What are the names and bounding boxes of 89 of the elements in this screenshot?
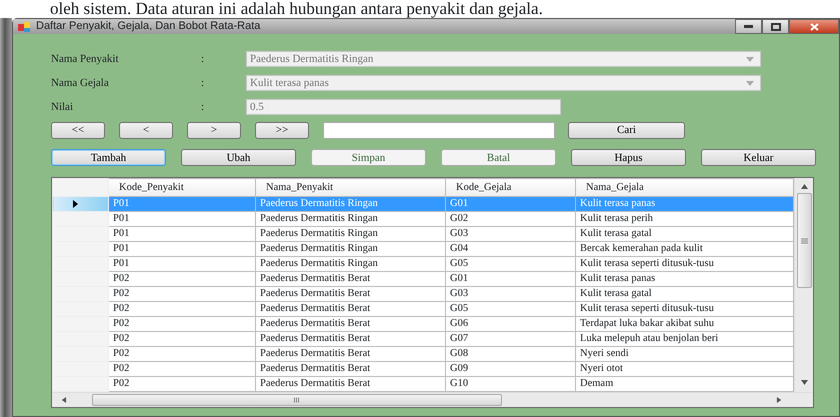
table-cell: G04 (446, 242, 576, 257)
table-cell: Paederus Dermatitis Berat (256, 332, 446, 347)
table-cell: Terdapat luka bakar akibat suhu (576, 316, 794, 332)
column-header[interactable]: Kode_Gejala (446, 178, 576, 197)
table-cell: Paederus Dermatitis Ringan (256, 226, 446, 242)
table-cell: Paederus Dermatitis Berat (256, 346, 446, 362)
table-cell: G07 (446, 332, 576, 347)
nav-button[interactable]: < (119, 122, 173, 138)
table-cell: G06 (446, 316, 576, 332)
table-cell: P01 (108, 226, 256, 242)
table-cell: Kulit terasa perih (576, 212, 794, 227)
caret-icon (746, 80, 754, 86)
minimize-icon (744, 25, 753, 28)
table-cell: P02 (108, 316, 256, 332)
table-cell: Luka melepuh atau benjolan beri (576, 332, 794, 347)
table-cell: Paederus Dermatitis Berat (256, 272, 446, 287)
table-cell: Kulit terasa gatal (576, 226, 794, 242)
table-cell: Paederus Dermatitis Berat (256, 362, 446, 376)
colon: : (201, 76, 206, 91)
table-cell: P01 (108, 242, 256, 257)
table-cell: P01 (108, 196, 256, 212)
colon: : (201, 100, 206, 115)
action-button[interactable]: Keluar (701, 149, 816, 166)
table-cell: Kulit terasa gatal (576, 286, 794, 302)
window-title: Daftar Penyakit, Gejala, Dan Bobot Rata-Rata (36, 19, 260, 34)
table-cell: Nyeri sendi (576, 346, 794, 362)
row-header[interactable] (52, 196, 108, 212)
close-button[interactable] (789, 19, 839, 34)
app-icon (18, 22, 30, 32)
table-cell: Kulit terasa seperti ditusuk-tusu (576, 256, 794, 272)
table-cell: Nyeri otot (576, 362, 794, 376)
grip-icon (294, 397, 300, 403)
table-cell: P02 (108, 346, 256, 362)
table-cell: G01 (446, 272, 576, 287)
maximize-icon (770, 22, 780, 30)
table-cell: G05 (446, 302, 576, 317)
table-cell: P02 (108, 362, 256, 376)
table-cell: G01 (446, 196, 576, 212)
action-button[interactable]: Tambah (51, 149, 166, 166)
scroll-right-icon (776, 397, 783, 403)
minimize-button[interactable] (735, 19, 762, 34)
nav-button[interactable]: << (51, 122, 105, 138)
field-label: Nilai (51, 100, 74, 115)
scroll-down-icon (800, 380, 808, 386)
column-header[interactable]: Nama_Gejala (576, 178, 794, 197)
scroll-left-icon (60, 397, 67, 403)
row-pointer-icon (73, 200, 78, 208)
nav-button[interactable]: >> (255, 122, 309, 138)
field-label: Nama Penyakit (51, 52, 120, 67)
vertical-scrollbar[interactable] (794, 178, 813, 392)
table-cell: Kulit terasa panas (576, 272, 794, 287)
table-cell: G05 (446, 256, 576, 272)
grip-icon (800, 238, 808, 244)
scroll-up-icon (800, 183, 808, 189)
horizontal-scrollbar[interactable] (52, 392, 813, 407)
nav-button[interactable]: > (187, 122, 241, 138)
table-cell: G03 (446, 226, 576, 242)
table-cell: Kulit terasa panas (576, 196, 794, 212)
table-cell: P02 (108, 286, 256, 302)
table-cell: Paederus Dermatitis Berat (256, 316, 446, 332)
table-cell: G08 (446, 346, 576, 362)
table-cell: P02 (108, 272, 256, 287)
search-field[interactable] (323, 122, 555, 138)
table-cell: P01 (108, 212, 256, 227)
table-cell: P01 (108, 256, 256, 272)
table-cell: Paederus Dermatitis Ringan (256, 196, 446, 212)
search-button[interactable]: Cari (568, 122, 685, 138)
field-label: Nama Gejala (51, 76, 110, 91)
table-cell: G02 (446, 212, 576, 227)
table-cell: P02 (108, 332, 256, 347)
action-button[interactable]: Ubah (181, 149, 296, 166)
table-cell: Bercak kemerahan pada kulit (576, 242, 794, 257)
close-icon (810, 22, 818, 30)
table-cell: G03 (446, 286, 576, 302)
maximize-button[interactable] (762, 19, 789, 34)
table-cell: Paederus Dermatitis Ringan (256, 242, 446, 257)
table-cell: Paederus Dermatitis Berat (256, 286, 446, 302)
document-text: oleh sistem. Data aturan ini adalah hubungan antara penyakit dan gejala. (49, 0, 544, 18)
table-cell: P02 (108, 302, 256, 317)
table-cell: Paederus Dermatitis Ringan (256, 212, 446, 227)
table-cell: Paederus Dermatitis Ringan (256, 256, 446, 272)
column-header[interactable]: Kode_Penyakit (108, 178, 256, 197)
action-button[interactable]: Hapus (571, 149, 686, 166)
column-header[interactable]: Nama_Penyakit (256, 178, 446, 197)
table-cell: Kulit terasa seperti ditusuk-tusu (576, 302, 794, 317)
table-cell: G09 (446, 362, 576, 376)
table-cell: Paederus Dermatitis Berat (256, 302, 446, 317)
caret-icon (746, 56, 754, 62)
colon: : (201, 52, 206, 67)
